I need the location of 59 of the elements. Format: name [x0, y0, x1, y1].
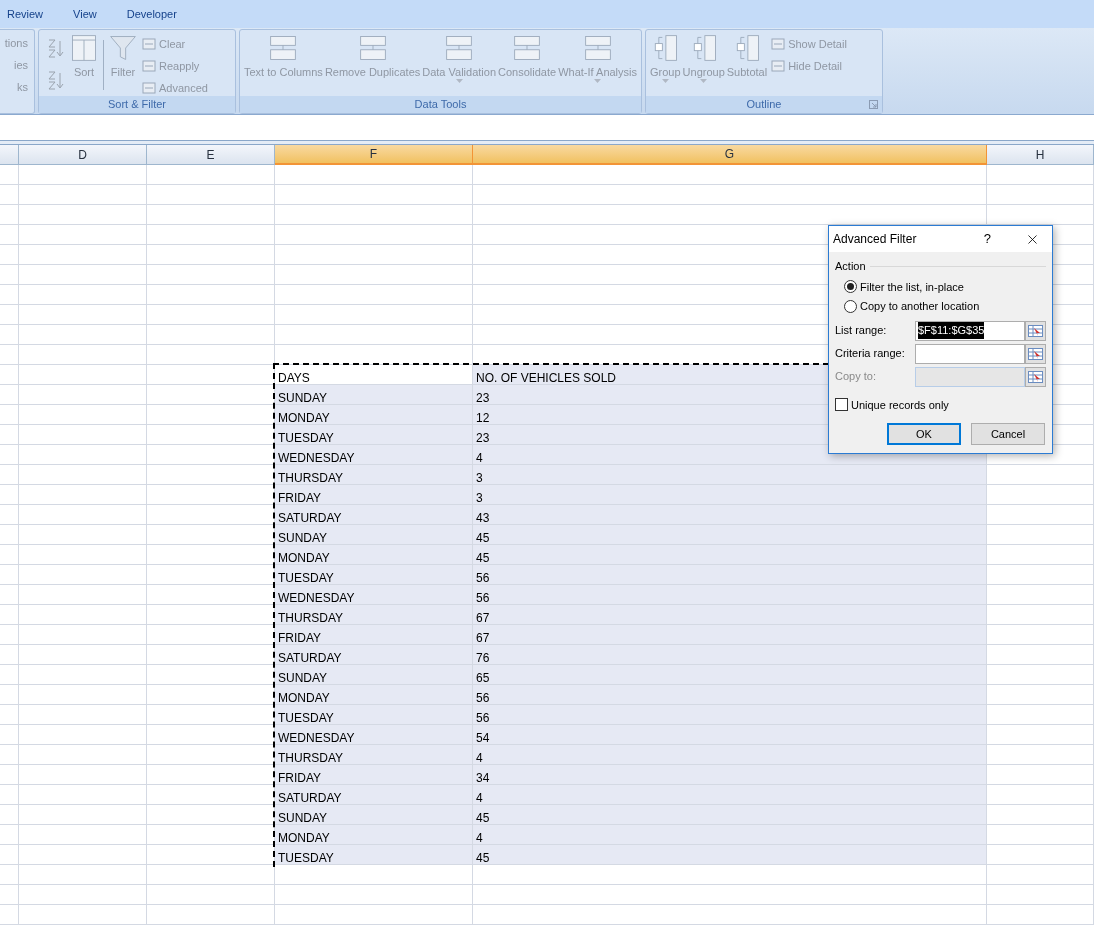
cell-text: 56 — [476, 570, 490, 587]
field-value: $F$11:$G$35 — [918, 322, 985, 339]
cell-text: TUESDAY — [278, 430, 334, 447]
cell-text: SUNDAY — [278, 810, 328, 827]
cell-text: 43 — [476, 510, 490, 527]
cell-text: MONDAY — [278, 410, 330, 427]
cell-text: 3 — [476, 490, 483, 507]
cell-text: 4 — [476, 830, 483, 847]
cell-text: WEDNESDAY — [278, 730, 355, 747]
field-label: Criteria range: — [835, 346, 906, 362]
cell-text: 56 — [476, 690, 490, 707]
cell-text: NO. OF VEHICLES SOLD — [476, 370, 617, 387]
cell-text: 45 — [476, 530, 490, 547]
cell-text: FRIDAY — [278, 630, 322, 647]
cell-text: 45 — [476, 810, 490, 827]
field-label: Copy to: — [835, 369, 877, 385]
cell-text: 67 — [476, 630, 490, 647]
cell-text: WEDNESDAY — [278, 590, 355, 607]
cell-text: SUNDAY — [278, 530, 328, 547]
cell-text: THURSDAY — [278, 470, 344, 487]
cell-text: TUESDAY — [278, 850, 334, 867]
cell-text: 45 — [476, 550, 490, 567]
cell-text: TUESDAY — [278, 570, 334, 587]
cell-text: SATURDAY — [278, 790, 342, 807]
cell-text: THURSDAY — [278, 610, 344, 627]
cell-text: 23 — [476, 390, 490, 407]
cell-text: TUESDAY — [278, 710, 334, 727]
cell-text: 4 — [476, 450, 483, 467]
cell-text: SUNDAY — [278, 390, 328, 407]
cell-text: 67 — [476, 610, 490, 627]
cell-text: FRIDAY — [278, 490, 322, 507]
cell-text: 54 — [476, 730, 490, 747]
cell-text: 56 — [476, 590, 490, 607]
cell-text: 65 — [476, 670, 490, 687]
cell-text: FRIDAY — [278, 770, 322, 787]
cell-text: WEDNESDAY — [278, 450, 355, 467]
cell-text: 23 — [476, 430, 490, 447]
cell-text: 3 — [476, 470, 483, 487]
cell-text: 4 — [476, 790, 483, 807]
group-label: Action — [835, 259, 866, 274]
cell-text: THURSDAY — [278, 750, 344, 767]
cell-text: 34 — [476, 770, 490, 787]
cell-text: MONDAY — [278, 830, 330, 847]
group-title: Data Tools — [414, 97, 467, 113]
field-label: List range: — [835, 323, 888, 339]
cell-text: 45 — [476, 850, 490, 867]
dialog-title: Advanced Filter — [833, 231, 917, 248]
cell-text: MONDAY — [278, 550, 330, 567]
cell-text: 56 — [476, 710, 490, 727]
cell-text: 4 — [476, 750, 483, 767]
cell-text: SUNDAY — [278, 670, 328, 687]
cell-text: DAYS — [278, 370, 310, 387]
cell-text: 12 — [476, 410, 490, 427]
cell-text: SATURDAY — [278, 650, 342, 667]
group-title: Outline — [746, 97, 782, 113]
group-title: Sort & Filter — [107, 97, 167, 113]
cell-text: MONDAY — [278, 690, 330, 707]
cell-text: 76 — [476, 650, 490, 667]
cell-text: SATURDAY — [278, 510, 342, 527]
